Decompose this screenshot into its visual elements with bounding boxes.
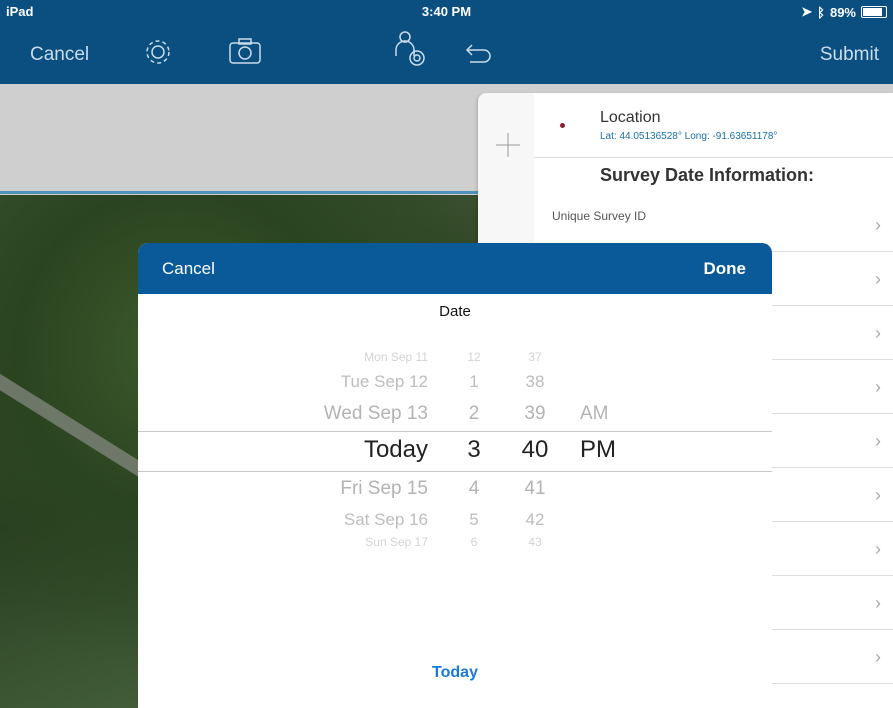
modal-header: Cancel Done: [138, 243, 772, 294]
chevron-right-icon: ›: [875, 593, 881, 613]
picker-cancel-button[interactable]: Cancel: [162, 259, 215, 279]
bluetooth-icon: ᛒ: [817, 4, 825, 20]
section-title: Survey Date Information:: [600, 165, 815, 185]
date-picker-modal: Cancel Done Date Mon Sep 11 Tue Sep 12 W…: [138, 243, 772, 708]
plus-icon[interactable]: [496, 133, 520, 157]
nav-bar: Cancel Submit: [0, 22, 893, 84]
chevron-right-icon: ›: [875, 323, 881, 343]
chevron-right-icon: ›: [875, 539, 881, 559]
location-title: Location: [600, 109, 661, 126]
wheel-day[interactable]: Wed Sep 13: [324, 403, 428, 425]
cancel-button[interactable]: Cancel: [30, 44, 89, 66]
selection-top-divider: [138, 431, 772, 432]
status-right: ➤ ᛒ 89%: [801, 4, 887, 20]
submit-button[interactable]: Submit: [820, 44, 879, 66]
status-bar: iPad 3:40 PM ➤ ᛒ 89%: [0, 0, 893, 22]
chevron-right-icon: ›: [875, 647, 881, 667]
date-time-wheel[interactable]: Mon Sep 11 Tue Sep 12 Wed Sep 13 Today F…: [138, 340, 772, 550]
chevron-right-icon: ›: [875, 377, 881, 397]
wheel-day[interactable]: Sun Sep 17: [365, 535, 428, 549]
wheel-minute[interactable]: 38: [512, 372, 558, 392]
wheel-hour[interactable]: 12: [456, 350, 492, 364]
location-row[interactable]: Location Lat: 44.05136528° Long: -91.636…: [534, 93, 893, 158]
location-arrow-icon: ➤: [801, 4, 813, 19]
picker-title: Date: [439, 303, 471, 320]
chevron-right-icon: ›: [875, 431, 881, 451]
wheel-minute[interactable]: 42: [512, 510, 558, 530]
row-label: Unique Survey ID: [552, 209, 647, 223]
status-time: 3:40 PM: [421, 4, 472, 19]
battery-icon: [861, 6, 887, 18]
picker-done-button[interactable]: Done: [704, 259, 747, 279]
sketch-person-icon[interactable]: [393, 30, 429, 73]
chevron-right-icon: ›: [875, 215, 881, 235]
wheel-minute[interactable]: 39: [512, 403, 558, 425]
location-coordinates: Lat: 44.05136528° Long: -91.63651178°: [600, 131, 778, 142]
wheel-hour[interactable]: 2: [456, 403, 492, 425]
gear-icon[interactable]: [142, 36, 174, 73]
wheel-day[interactable]: Mon Sep 11: [364, 350, 428, 364]
selection-bottom-divider: [138, 471, 772, 472]
wheel-ampm-selected[interactable]: PM: [580, 436, 616, 464]
chevron-right-icon: ›: [875, 269, 881, 289]
wheel-day[interactable]: Sat Sep 16: [344, 510, 428, 530]
wheel-hour[interactable]: 4: [456, 478, 492, 500]
wheel-day[interactable]: Fri Sep 15: [340, 478, 428, 500]
wheel-ampm[interactable]: AM: [580, 403, 609, 425]
chevron-right-icon: ›: [875, 485, 881, 505]
wheel-minute-selected[interactable]: 40: [512, 436, 558, 464]
today-button[interactable]: Today: [138, 664, 772, 682]
wheel-minute[interactable]: 43: [512, 535, 558, 549]
battery-percent: 89%: [829, 4, 856, 20]
wheel-minute[interactable]: 37: [512, 350, 558, 364]
wheel-hour[interactable]: 5: [456, 510, 492, 530]
wheel-hour-selected[interactable]: 3: [456, 436, 492, 464]
camera-icon[interactable]: [228, 36, 262, 71]
wheel-hour[interactable]: 1: [456, 372, 492, 392]
wheel-hour[interactable]: 6: [456, 535, 492, 549]
wheel-day-selected[interactable]: Today: [364, 436, 428, 464]
wheel-minute[interactable]: 41: [512, 478, 558, 500]
wheel-day[interactable]: Tue Sep 12: [341, 372, 428, 392]
location-dot-icon: [560, 123, 565, 128]
undo-icon[interactable]: [464, 42, 494, 71]
